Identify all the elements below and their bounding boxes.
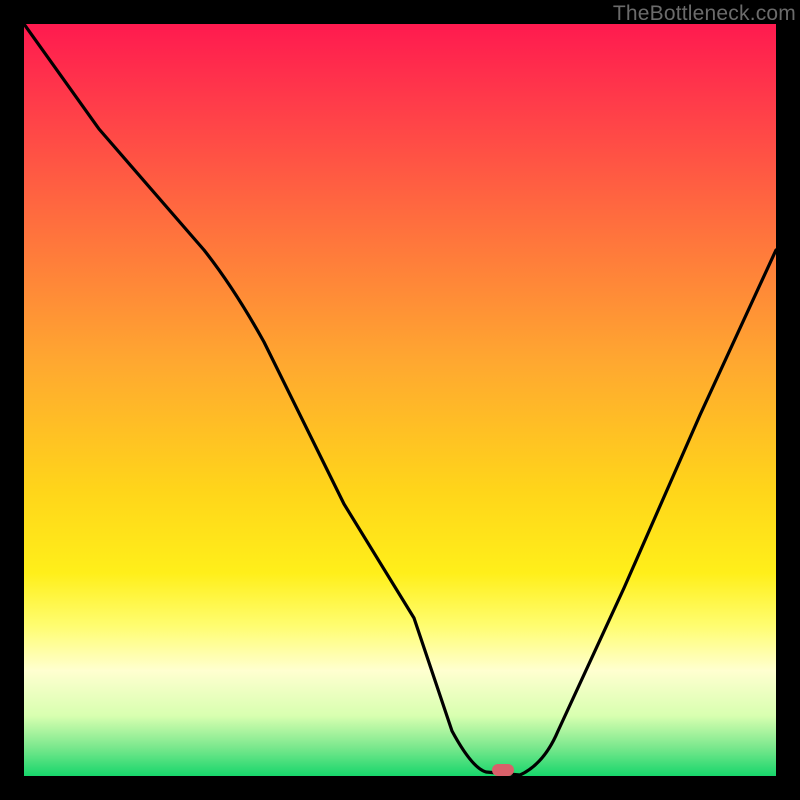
bottleneck-curve: [24, 24, 776, 775]
chart-plot-area: [24, 24, 776, 776]
optimal-marker: [492, 764, 514, 776]
curve-svg: [24, 24, 776, 776]
watermark-text: TheBottleneck.com: [613, 2, 796, 26]
